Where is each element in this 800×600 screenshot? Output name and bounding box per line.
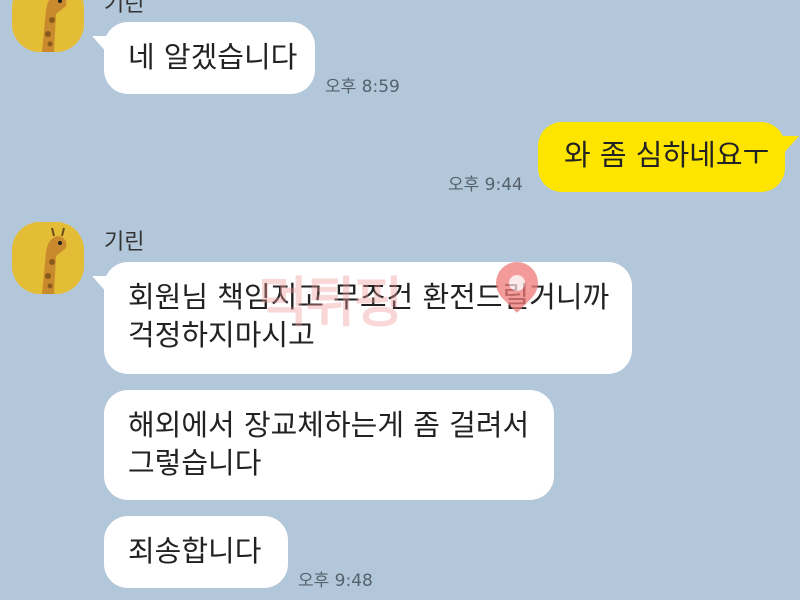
message-text-line: 그렇습니다 xyxy=(128,446,262,480)
message-text-line: 해외에서 장교체하는게 좀 걸려서 xyxy=(128,408,530,442)
message-bubble-outgoing[interactable]: 와 좀 심하네요ㅜ xyxy=(538,122,785,192)
message-time: 오후 8:59 xyxy=(325,77,400,97)
message-time: 오후 9:44 xyxy=(448,175,523,195)
sender-avatar[interactable] xyxy=(12,222,84,294)
message-bubble[interactable]: 네 알겠습니다 xyxy=(104,22,315,94)
message-time: 오후 9:48 xyxy=(298,571,373,591)
sender-avatar[interactable] xyxy=(12,0,84,52)
watermark-text: 먹튀핑 xyxy=(258,271,403,334)
message-bubble[interactable]: 해외에서 장교체하는게 좀 걸려서 그렇습니다 xyxy=(104,390,554,500)
message-bubble[interactable]: 죄송합니다 xyxy=(104,516,288,588)
giraffe-avatar-icon xyxy=(12,222,84,294)
bubble-tail xyxy=(783,136,799,154)
sender-name: 기린 xyxy=(104,0,145,17)
giraffe-avatar-icon xyxy=(12,0,84,52)
message-text: 네 알겠습니다 xyxy=(128,40,298,74)
sender-name: 기린 xyxy=(104,230,145,255)
message-text: 죄송합니다 xyxy=(128,534,262,568)
message-text: 와 좀 심하네요ㅜ xyxy=(564,138,770,172)
